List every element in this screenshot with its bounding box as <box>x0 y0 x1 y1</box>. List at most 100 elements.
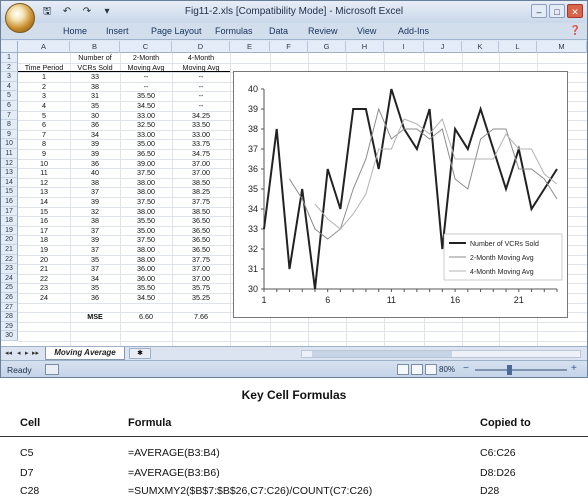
cell[interactable]: 4-Month <box>172 53 230 63</box>
row-header[interactable]: 5 <box>1 91 18 101</box>
cell[interactable]: 35.00 <box>120 226 172 236</box>
column-header[interactable]: H <box>346 41 384 53</box>
last-sheet-icon[interactable]: ▸▸ <box>32 349 39 357</box>
cell[interactable]: 37.50 <box>120 168 172 178</box>
cell[interactable]: 35.25 <box>172 293 230 303</box>
column-header[interactable]: G <box>308 41 346 53</box>
cell[interactable]: 37 <box>70 187 120 197</box>
tab-data[interactable]: Data <box>269 26 288 36</box>
row-header[interactable]: 16 <box>1 197 18 207</box>
cell[interactable]: 10 <box>18 159 70 169</box>
cell[interactable]: 40 <box>70 168 120 178</box>
row-header[interactable]: 3 <box>1 72 18 82</box>
cell[interactable]: 33.75 <box>172 139 230 149</box>
cell[interactable]: -- <box>172 101 230 111</box>
row-header[interactable]: 20 <box>1 235 18 245</box>
cell[interactable]: -- <box>172 82 230 92</box>
cell[interactable]: 12 <box>18 178 70 188</box>
row-header[interactable]: 26 <box>1 293 18 303</box>
cell[interactable]: 1 <box>18 72 70 82</box>
column-header[interactable]: D <box>172 41 230 53</box>
horizontal-scrollbar[interactable] <box>301 350 581 358</box>
cell[interactable]: 38.25 <box>172 187 230 197</box>
close-icon[interactable]: ✕ <box>567 4 583 18</box>
chart-area[interactable]: 30 31 32 33 34 35 36 37 38 39 40 1 6 11 16 21 Number of … <box>233 71 568 318</box>
cell[interactable]: 5 <box>18 111 70 121</box>
cell[interactable]: 32 <box>70 207 120 217</box>
row-header[interactable]: 25 <box>1 283 18 293</box>
column-header[interactable]: K <box>462 41 499 53</box>
cell[interactable]: 36.00 <box>120 274 172 284</box>
cell[interactable]: -- <box>172 91 230 101</box>
cell[interactable]: 33.00 <box>120 130 172 140</box>
cell[interactable]: 19 <box>18 245 70 255</box>
cell[interactable]: 39 <box>70 149 120 159</box>
cell[interactable]: 35 <box>70 283 120 293</box>
cell[interactable]: 37.50 <box>120 197 172 207</box>
cell[interactable]: 3 <box>18 91 70 101</box>
page-layout-view-icon[interactable] <box>411 364 423 375</box>
cell[interactable]: 7 <box>18 130 70 140</box>
cell[interactable]: 38.00 <box>120 178 172 188</box>
column-header[interactable]: B <box>70 41 120 53</box>
cell[interactable]: 16 <box>18 216 70 226</box>
cell[interactable]: 35 <box>70 101 120 111</box>
cell[interactable]: 39 <box>70 197 120 207</box>
sheet-tab-moving-average[interactable]: Moving Average <box>45 347 125 360</box>
cell[interactable]: 36 <box>70 120 120 130</box>
cell[interactable]: 36.50 <box>172 245 230 255</box>
cell[interactable]: 15 <box>18 207 70 217</box>
row-header[interactable]: 21 <box>1 245 18 255</box>
cell[interactable]: 24 <box>18 293 70 303</box>
row-header[interactable]: 8 <box>1 120 18 130</box>
cell[interactable]: 31 <box>70 91 120 101</box>
tab-review[interactable]: Review <box>308 26 338 36</box>
column-header[interactable]: M <box>537 41 587 53</box>
tab-insert[interactable]: Insert <box>106 26 129 36</box>
column-header[interactable]: E <box>230 41 270 53</box>
cell[interactable]: 37.00 <box>172 159 230 169</box>
prev-sheet-icon[interactable]: ◂ <box>17 349 21 357</box>
cell[interactable]: 38.00 <box>120 255 172 265</box>
cell[interactable]: 9 <box>18 149 70 159</box>
cell[interactable]: Moving Avg <box>120 63 172 73</box>
cell[interactable]: 13 <box>18 187 70 197</box>
cell[interactable]: 6 <box>18 120 70 130</box>
minimize-icon[interactable]: – <box>531 4 547 18</box>
row-header[interactable]: 15 <box>1 187 18 197</box>
cell[interactable]: 38 <box>70 82 120 92</box>
tab-home[interactable]: Home <box>63 26 87 36</box>
scroll-thumb[interactable] <box>312 351 452 357</box>
cell[interactable]: -- <box>120 82 172 92</box>
cell[interactable]: VCRs Sold <box>70 63 120 73</box>
cell[interactable]: 39 <box>70 235 120 245</box>
tab-view[interactable]: View <box>357 26 376 36</box>
cell[interactable]: 36.50 <box>120 149 172 159</box>
next-sheet-icon[interactable]: ▸ <box>25 349 29 357</box>
cell[interactable]: 4 <box>18 101 70 111</box>
cell[interactable]: 32.50 <box>120 120 172 130</box>
row-header[interactable]: 11 <box>1 149 18 159</box>
cell[interactable]: 36 <box>70 159 120 169</box>
cell[interactable]: 20 <box>18 255 70 265</box>
cell[interactable]: 38 <box>70 216 120 226</box>
row-header[interactable]: 7 <box>1 110 18 121</box>
select-all-corner[interactable] <box>1 41 18 53</box>
cell[interactable]: 38.50 <box>172 178 230 188</box>
row-header[interactable]: 14 <box>1 177 18 188</box>
tab-add-ins[interactable]: Add-Ins <box>398 26 429 36</box>
cell[interactable]: 36 <box>70 293 120 303</box>
cell[interactable]: -- <box>172 72 230 82</box>
row-header[interactable]: 9 <box>1 129 18 140</box>
cell[interactable]: 37 <box>70 245 120 255</box>
zoom-in-icon[interactable]: + <box>571 363 577 374</box>
cell[interactable]: 8 <box>18 139 70 149</box>
cell[interactable]: Time Period <box>18 63 70 73</box>
row-header[interactable]: 1 <box>1 53 18 63</box>
cell[interactable]: 6.60 <box>120 312 172 322</box>
macro-record-icon[interactable] <box>45 364 59 375</box>
row-header[interactable]: 18 <box>1 216 18 226</box>
first-sheet-icon[interactable]: ◂◂ <box>5 349 12 357</box>
cell[interactable]: 22 <box>18 274 70 284</box>
normal-view-icon[interactable] <box>397 364 409 375</box>
